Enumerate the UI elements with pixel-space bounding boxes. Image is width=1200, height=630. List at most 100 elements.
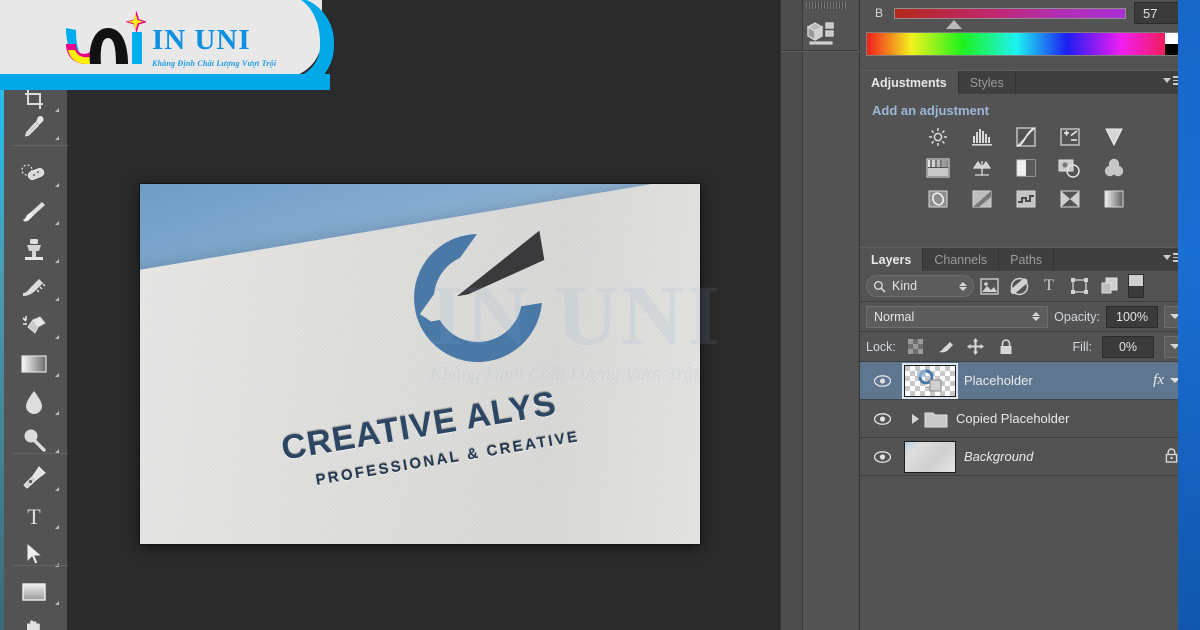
layer-thumbnail[interactable]: [904, 440, 956, 473]
tool-more-indicator: [55, 297, 59, 301]
color-spectrum-ramp[interactable]: [866, 32, 1186, 56]
canvas[interactable]: CREATIVE ALYS PROFESSIONAL & CREATIVE: [140, 184, 700, 544]
brightness-contrast-icon[interactable]: [925, 126, 951, 148]
brand-name: IN UNI: [152, 24, 251, 56]
adjustments-panel: Adjustments Styles Add an adjustment: [860, 70, 1192, 247]
selective-color-icon[interactable]: [1101, 188, 1127, 210]
lock-label: Lock:: [866, 339, 896, 354]
uni-logomark: [60, 10, 148, 68]
color-panel: B 57: [860, 0, 1192, 70]
search-icon: [873, 280, 886, 293]
gradient-tool[interactable]: [0, 345, 68, 383]
tab-styles[interactable]: Styles: [959, 71, 1016, 94]
dock-grip[interactable]: [806, 2, 846, 9]
fill-label: Fill:: [1072, 339, 1092, 354]
invert-icon[interactable]: [925, 188, 951, 210]
color-channel-row: B 57: [860, 0, 1192, 29]
layer-name[interactable]: Copied Placeholder: [956, 411, 1192, 426]
filter-enable-toggle[interactable]: [1128, 274, 1144, 298]
layers-list: Placeholder fx Copied Placeholder Backgroun…: [860, 361, 1192, 476]
levels-icon[interactable]: [969, 126, 995, 148]
tool-more-indicator: [55, 487, 59, 491]
layers-tabstrip: Layers Channels Paths: [860, 247, 1192, 271]
type-tool[interactable]: T: [0, 497, 68, 535]
curves-icon[interactable]: [1013, 126, 1039, 148]
business-card-mockup: [140, 184, 700, 544]
layer-thumbnail[interactable]: [902, 362, 958, 399]
lock-position-icon[interactable]: [966, 337, 986, 357]
clone-stamp-tool[interactable]: [0, 231, 68, 269]
eraser-tool[interactable]: [0, 307, 68, 345]
filter-type-layers-icon[interactable]: T: [1034, 273, 1064, 299]
filter-shape-layers-icon[interactable]: [1064, 273, 1094, 299]
adjustments-row-3: [925, 188, 1127, 210]
tab-adjustments[interactable]: Adjustments: [860, 71, 959, 94]
layer-row[interactable]: Background: [860, 438, 1192, 476]
black-white-icon[interactable]: [1013, 157, 1039, 179]
layer-visibility-toggle[interactable]: [860, 412, 904, 425]
dock-left-strip: [781, 0, 803, 630]
stepper-icon: [959, 281, 967, 291]
brush-tool[interactable]: [0, 193, 68, 231]
tool-more-indicator: [55, 525, 59, 529]
path-selection-tool[interactable]: [0, 535, 68, 573]
pen-tool[interactable]: [0, 459, 68, 497]
tool-more-indicator: [55, 373, 59, 377]
hand-tool[interactable]: [0, 611, 68, 630]
blur-tool[interactable]: [0, 383, 68, 421]
lock-all-icon[interactable]: [996, 337, 1016, 357]
layer-name[interactable]: Background: [964, 449, 1165, 464]
layer-effects-indicator[interactable]: fx: [1153, 372, 1170, 389]
threshold-icon[interactable]: [1013, 188, 1039, 210]
stepper-icon: [1032, 312, 1041, 321]
healing-brush-tool[interactable]: [0, 155, 68, 193]
gradient-map-icon[interactable]: [1057, 188, 1083, 210]
blend-mode-value: Normal: [874, 309, 915, 324]
fill-input[interactable]: 0%: [1102, 335, 1154, 358]
exposure-icon[interactable]: [1057, 126, 1083, 148]
channel-mixer-icon[interactable]: [1101, 157, 1127, 179]
eyedropper-tool[interactable]: [0, 108, 68, 146]
hue-saturation-icon[interactable]: [925, 157, 951, 179]
tab-channels[interactable]: Channels: [923, 248, 1000, 271]
layer-visibility-toggle[interactable]: [860, 374, 904, 387]
filter-pixel-layers-icon[interactable]: [974, 273, 1004, 299]
photoshop-window: T CREATIVE ALYS PROFESSIONAL & CREATIVE …: [0, 0, 1200, 630]
slider-thumb[interactable]: [945, 19, 962, 29]
blend-opacity-row: Normal Opacity: 100%: [860, 301, 1192, 331]
blend-mode-select[interactable]: Normal: [866, 305, 1049, 328]
posterize-icon[interactable]: [969, 188, 995, 210]
color-balance-icon[interactable]: [969, 157, 995, 179]
layer-group-toggle[interactable]: [904, 410, 956, 428]
layer-row[interactable]: Placeholder fx: [860, 362, 1192, 400]
opacity-input[interactable]: 100%: [1106, 305, 1158, 328]
dock-separator: [781, 50, 861, 52]
photo-filter-icon[interactable]: [1057, 157, 1083, 179]
filter-adjustment-layers-icon[interactable]: [1004, 273, 1034, 299]
layer-row[interactable]: Copied Placeholder: [860, 400, 1192, 438]
filter-smart-object-icon[interactable]: [1094, 273, 1124, 299]
lock-image-pixels-icon[interactable]: [936, 337, 956, 357]
right-blue-edge: [1178, 0, 1200, 630]
layer-filter-bar: Kind T: [860, 271, 1192, 301]
lock-transparent-pixels-icon[interactable]: [906, 337, 926, 357]
history-brush-tool[interactable]: [0, 269, 68, 307]
canvas-logo-mark: [405, 225, 552, 372]
brand-overlay: IN UNI Khẳng Định Chất Lượng Vượt Trội: [0, 0, 334, 90]
collapsed-panel-dock: [780, 0, 861, 630]
rectangle-tool[interactable]: [0, 573, 68, 611]
layer-name[interactable]: Placeholder: [964, 373, 1153, 388]
tab-layers[interactable]: Layers: [860, 248, 924, 271]
layer-visibility-toggle[interactable]: [860, 450, 904, 463]
chevron-right-icon: [912, 413, 919, 424]
adjustments-row-1: [925, 126, 1127, 148]
brightness-slider[interactable]: [894, 7, 1126, 29]
3d-panel-button[interactable]: [799, 12, 845, 52]
vibrance-icon[interactable]: [1101, 126, 1127, 148]
chevron-down-icon: [1163, 254, 1171, 260]
brand-overlay-blue-bar: [0, 74, 330, 90]
right-panel-dock: B 57 Adjustments Styles Add an adjustmen…: [860, 0, 1192, 630]
tab-paths[interactable]: Paths: [999, 248, 1055, 271]
svg-text:T: T: [27, 505, 41, 527]
filter-kind-select[interactable]: Kind: [866, 275, 974, 297]
